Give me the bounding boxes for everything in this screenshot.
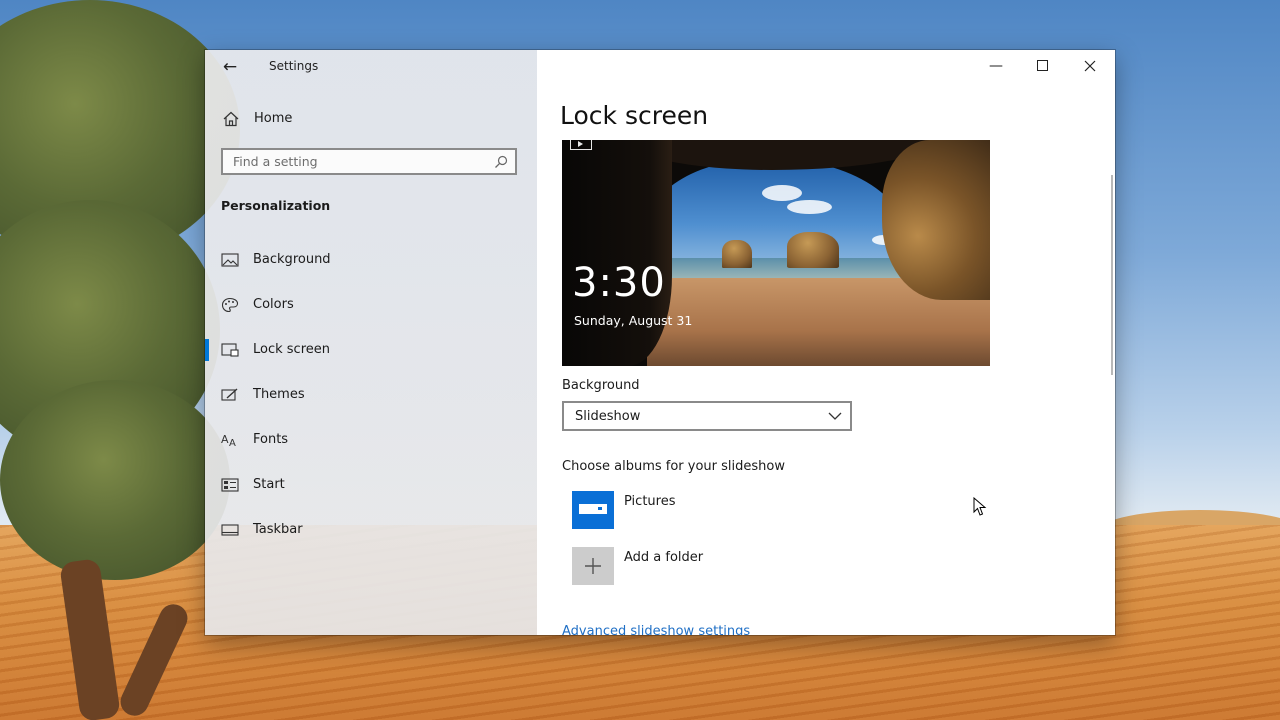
pictures-folder-icon bbox=[572, 491, 614, 529]
lock-screen-preview: 3:30 Sunday, August 31 bbox=[562, 140, 990, 366]
advanced-slideshow-settings-link[interactable]: Advanced slideshow settings bbox=[562, 624, 750, 635]
album-label: Add a folder bbox=[624, 550, 704, 565]
nav-item-label: Fonts bbox=[253, 432, 289, 447]
home-icon bbox=[223, 111, 239, 127]
plus-icon bbox=[572, 547, 614, 585]
picture-icon bbox=[221, 253, 239, 267]
add-folder-button[interactable]: Add a folder bbox=[562, 547, 862, 587]
taskbar-icon bbox=[221, 524, 239, 536]
start-icon bbox=[221, 478, 239, 492]
fonts-icon: A A bbox=[221, 433, 236, 448]
nav-item-taskbar[interactable]: Taskbar bbox=[205, 513, 537, 547]
close-icon bbox=[1084, 60, 1096, 72]
section-title: Personalization bbox=[221, 198, 331, 213]
search-icon[interactable] bbox=[494, 155, 508, 169]
scrollbar[interactable] bbox=[1111, 175, 1113, 375]
mouse-cursor-icon bbox=[973, 497, 987, 516]
settings-window: ← Settings Home Find a setting Personali… bbox=[205, 50, 1115, 635]
albums-label: Choose albums for your slideshow bbox=[562, 459, 785, 474]
themes-icon bbox=[221, 388, 238, 401]
nav-item-lock-screen[interactable]: Lock screen bbox=[205, 333, 537, 367]
minimize-icon: — bbox=[989, 58, 1003, 74]
slideshow-icon bbox=[570, 140, 592, 150]
content-pane: — Lock screen 3:30 Sunday, August 31 Bac… bbox=[537, 50, 1115, 635]
back-button[interactable]: ← bbox=[217, 56, 243, 78]
nav-item-label: Lock screen bbox=[253, 342, 330, 357]
close-button[interactable] bbox=[1067, 50, 1113, 82]
nav-item-themes[interactable]: Themes bbox=[205, 378, 537, 412]
preview-clock: 3:30 bbox=[572, 260, 666, 306]
nav-item-label: Colors bbox=[253, 297, 294, 312]
background-label: Background bbox=[562, 378, 640, 393]
home-label: Home bbox=[254, 111, 293, 126]
back-arrow-icon: ← bbox=[222, 57, 238, 77]
nav-item-colors[interactable]: Colors bbox=[205, 288, 537, 322]
palette-icon bbox=[221, 297, 239, 313]
nav-item-background[interactable]: Background bbox=[205, 243, 537, 277]
home-nav-item[interactable]: Home bbox=[205, 105, 537, 133]
nav-item-label: Background bbox=[253, 252, 331, 267]
svg-text:A: A bbox=[229, 438, 236, 448]
maximize-icon bbox=[1036, 60, 1048, 71]
background-dropdown[interactable]: Slideshow bbox=[562, 401, 852, 431]
nav-item-label: Taskbar bbox=[253, 522, 303, 537]
nav-item-fonts[interactable]: A A Fonts bbox=[205, 423, 537, 457]
selection-indicator bbox=[205, 339, 209, 361]
navigation-pane: ← Settings Home Find a setting Personali… bbox=[205, 50, 537, 635]
search-placeholder: Find a setting bbox=[233, 154, 318, 169]
minimize-button[interactable]: — bbox=[973, 50, 1019, 82]
app-title: Settings bbox=[269, 59, 319, 73]
album-label: Pictures bbox=[624, 494, 676, 509]
svg-text:A: A bbox=[221, 433, 229, 446]
page-title: Lock screen bbox=[560, 101, 709, 130]
nav-item-start[interactable]: Start bbox=[205, 468, 537, 502]
lock-screen-icon bbox=[221, 343, 239, 357]
nav-item-label: Themes bbox=[253, 387, 305, 402]
maximize-button[interactable] bbox=[1019, 50, 1065, 82]
nav-item-label: Start bbox=[253, 477, 285, 492]
preview-date: Sunday, August 31 bbox=[574, 313, 693, 328]
find-setting-search-input[interactable]: Find a setting bbox=[221, 148, 517, 175]
background-dropdown-value: Slideshow bbox=[575, 409, 641, 424]
chevron-down-icon bbox=[828, 412, 842, 420]
album-pictures[interactable]: Pictures bbox=[562, 491, 862, 531]
